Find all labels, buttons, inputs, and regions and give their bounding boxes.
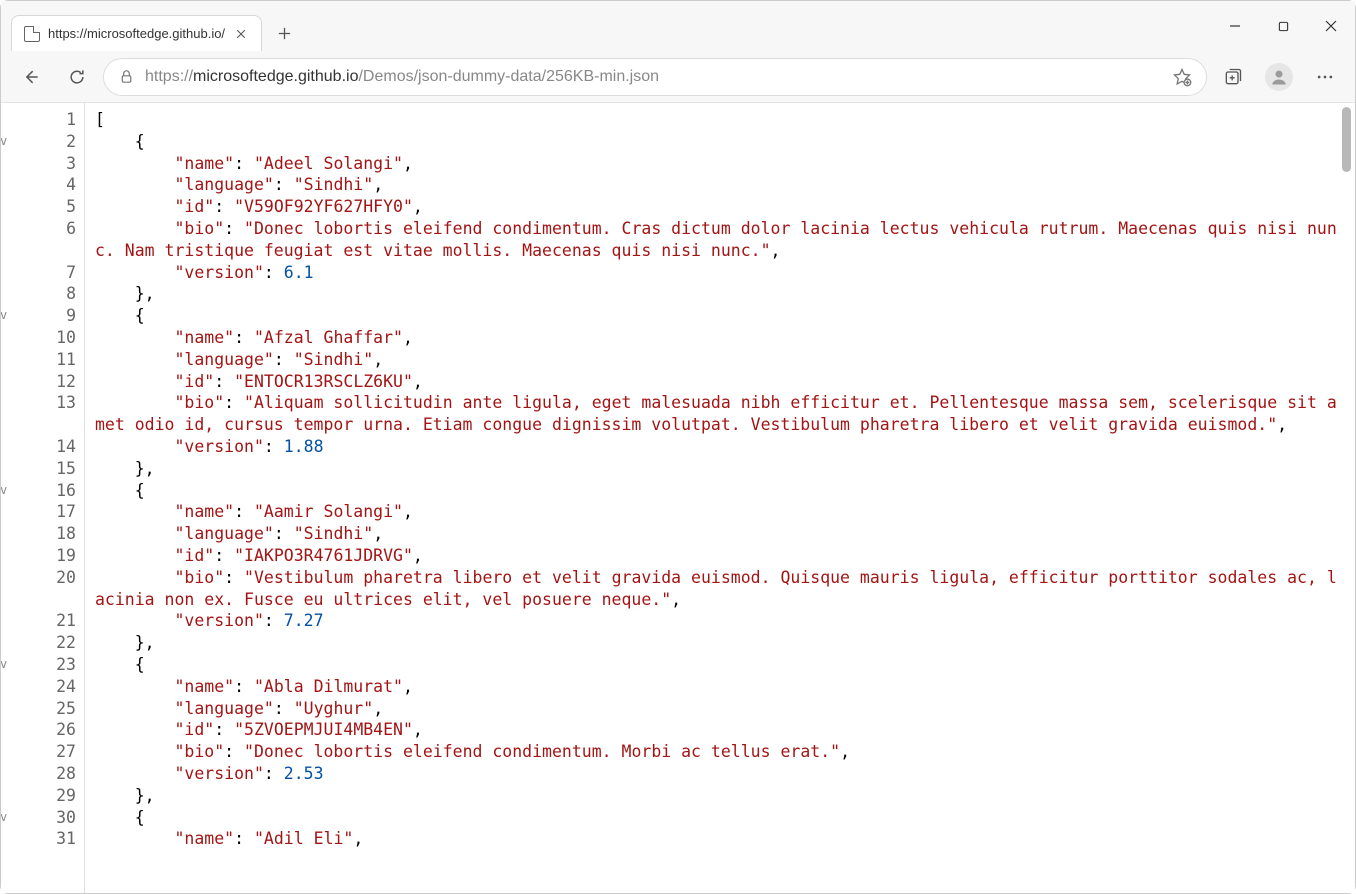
line-number: 8 (1, 283, 84, 305)
line-number-gutter: vvvvv 1234567891011121314151617181920212… (1, 103, 85, 893)
code-line: "name": "Adil Eli", (95, 828, 1345, 850)
new-tab-button[interactable] (268, 17, 300, 49)
code-line: "id": "5ZVOEPMJUI4MB4EN", (95, 719, 1345, 741)
fold-toggle[interactable]: v (1, 134, 7, 148)
code-line: [ (95, 109, 1345, 131)
line-number: 5 (1, 196, 84, 218)
tab-strip: https://microsoftedge.github.io/ (11, 1, 300, 51)
line-number: 22 (1, 632, 84, 654)
line-number: 9 (1, 305, 84, 327)
code-line: "bio": "Vestibulum pharetra libero et ve… (95, 567, 1345, 611)
code-line: "bio": "Donec lobortis eleifend condimen… (95, 218, 1345, 262)
code-line: }, (95, 785, 1345, 807)
favorite-button[interactable] (1172, 67, 1192, 87)
scrollbar-thumb[interactable] (1342, 107, 1351, 172)
line-number: 16 (1, 480, 84, 502)
line-number: 21 (1, 610, 84, 632)
back-button[interactable] (11, 57, 51, 97)
toolbar: https://microsoftedge.github.io/Demos/js… (1, 51, 1355, 103)
refresh-button[interactable] (57, 57, 97, 97)
lock-icon (118, 68, 135, 85)
fold-toggle[interactable]: v (1, 483, 7, 497)
code-line: "language": "Sindhi", (95, 523, 1345, 545)
vertical-scrollbar[interactable] (1340, 105, 1353, 893)
address-bar[interactable]: https://microsoftedge.github.io/Demos/js… (103, 58, 1207, 96)
line-number: 24 (1, 676, 84, 698)
code-line: "id": "ENTOCR13RSCLZ6KU", (95, 371, 1345, 393)
code-line: "name": "Aamir Solangi", (95, 501, 1345, 523)
line-number: 29 (1, 785, 84, 807)
maximize-button[interactable] (1259, 1, 1307, 51)
line-number: 18 (1, 523, 84, 545)
line-number: 27 (1, 741, 84, 763)
menu-button[interactable] (1305, 57, 1345, 97)
profile-button[interactable] (1259, 57, 1299, 97)
line-number: 28 (1, 763, 84, 785)
code-line: }, (95, 632, 1345, 654)
line-number: 17 (1, 501, 84, 523)
line-number: 14 (1, 436, 84, 458)
code-line: }, (95, 283, 1345, 305)
code-line: "id": "V59OF92YF627HFY0", (95, 196, 1345, 218)
line-number: 31 (1, 828, 84, 850)
line-number: 25 (1, 698, 84, 720)
code-line: { (95, 480, 1345, 502)
minimize-button[interactable] (1211, 1, 1259, 51)
code-line: "name": "Abla Dilmurat", (95, 676, 1345, 698)
code-line: "name": "Adeel Solangi", (95, 153, 1345, 175)
window-controls (1211, 1, 1355, 51)
code-line: { (95, 131, 1345, 153)
line-number: 23 (1, 654, 84, 676)
line-number: 7 (1, 262, 84, 284)
line-number: 12 (1, 371, 84, 393)
fold-toggle[interactable]: v (1, 810, 7, 824)
code-line: { (95, 654, 1345, 676)
code-line: "version": 7.27 (95, 610, 1345, 632)
code-line: { (95, 807, 1345, 829)
titlebar: https://microsoftedge.github.io/ (1, 1, 1355, 51)
fold-toggle[interactable]: v (1, 308, 7, 322)
line-number: 2 (1, 131, 84, 153)
json-viewer: vvvvv 1234567891011121314151617181920212… (1, 103, 1355, 893)
json-content[interactable]: [ { "name": "Adeel Solangi", "language":… (85, 103, 1355, 893)
fold-toggle[interactable]: v (1, 657, 7, 671)
line-number: 10 (1, 327, 84, 349)
line-number: 4 (1, 174, 84, 196)
tab-title: https://microsoftedge.github.io/ (48, 26, 225, 41)
code-line: "language": "Uyghur", (95, 698, 1345, 720)
code-line: "language": "Sindhi", (95, 174, 1345, 196)
code-line: "bio": "Donec lobortis eleifend condimen… (95, 741, 1345, 763)
avatar-icon (1265, 63, 1293, 91)
code-line: "bio": "Aliquam sollicitudin ante ligula… (95, 392, 1345, 436)
code-line: "id": "IAKPO3R4761JDRVG", (95, 545, 1345, 567)
browser-tab[interactable]: https://microsoftedge.github.io/ (11, 15, 262, 51)
code-line: "name": "Afzal Ghaffar", (95, 327, 1345, 349)
code-line: "version": 6.1 (95, 262, 1345, 284)
code-line: { (95, 305, 1345, 327)
line-number: 3 (1, 153, 84, 175)
line-number: 19 (1, 545, 84, 567)
page-icon (24, 26, 40, 42)
line-number: 13 (1, 392, 84, 436)
code-line: }, (95, 458, 1345, 480)
collections-button[interactable] (1213, 57, 1253, 97)
close-tab-button[interactable] (233, 26, 249, 42)
line-number: 26 (1, 719, 84, 741)
code-line: "version": 1.88 (95, 436, 1345, 458)
code-line: "version": 2.53 (95, 763, 1345, 785)
code-line: "language": "Sindhi", (95, 349, 1345, 371)
line-number: 6 (1, 218, 84, 262)
line-number: 1 (1, 109, 84, 131)
url-text: https://microsoftedge.github.io/Demos/js… (145, 68, 1162, 86)
line-number: 30 (1, 807, 84, 829)
line-number: 20 (1, 567, 84, 611)
line-number: 11 (1, 349, 84, 371)
close-window-button[interactable] (1307, 1, 1355, 51)
line-number: 15 (1, 458, 84, 480)
